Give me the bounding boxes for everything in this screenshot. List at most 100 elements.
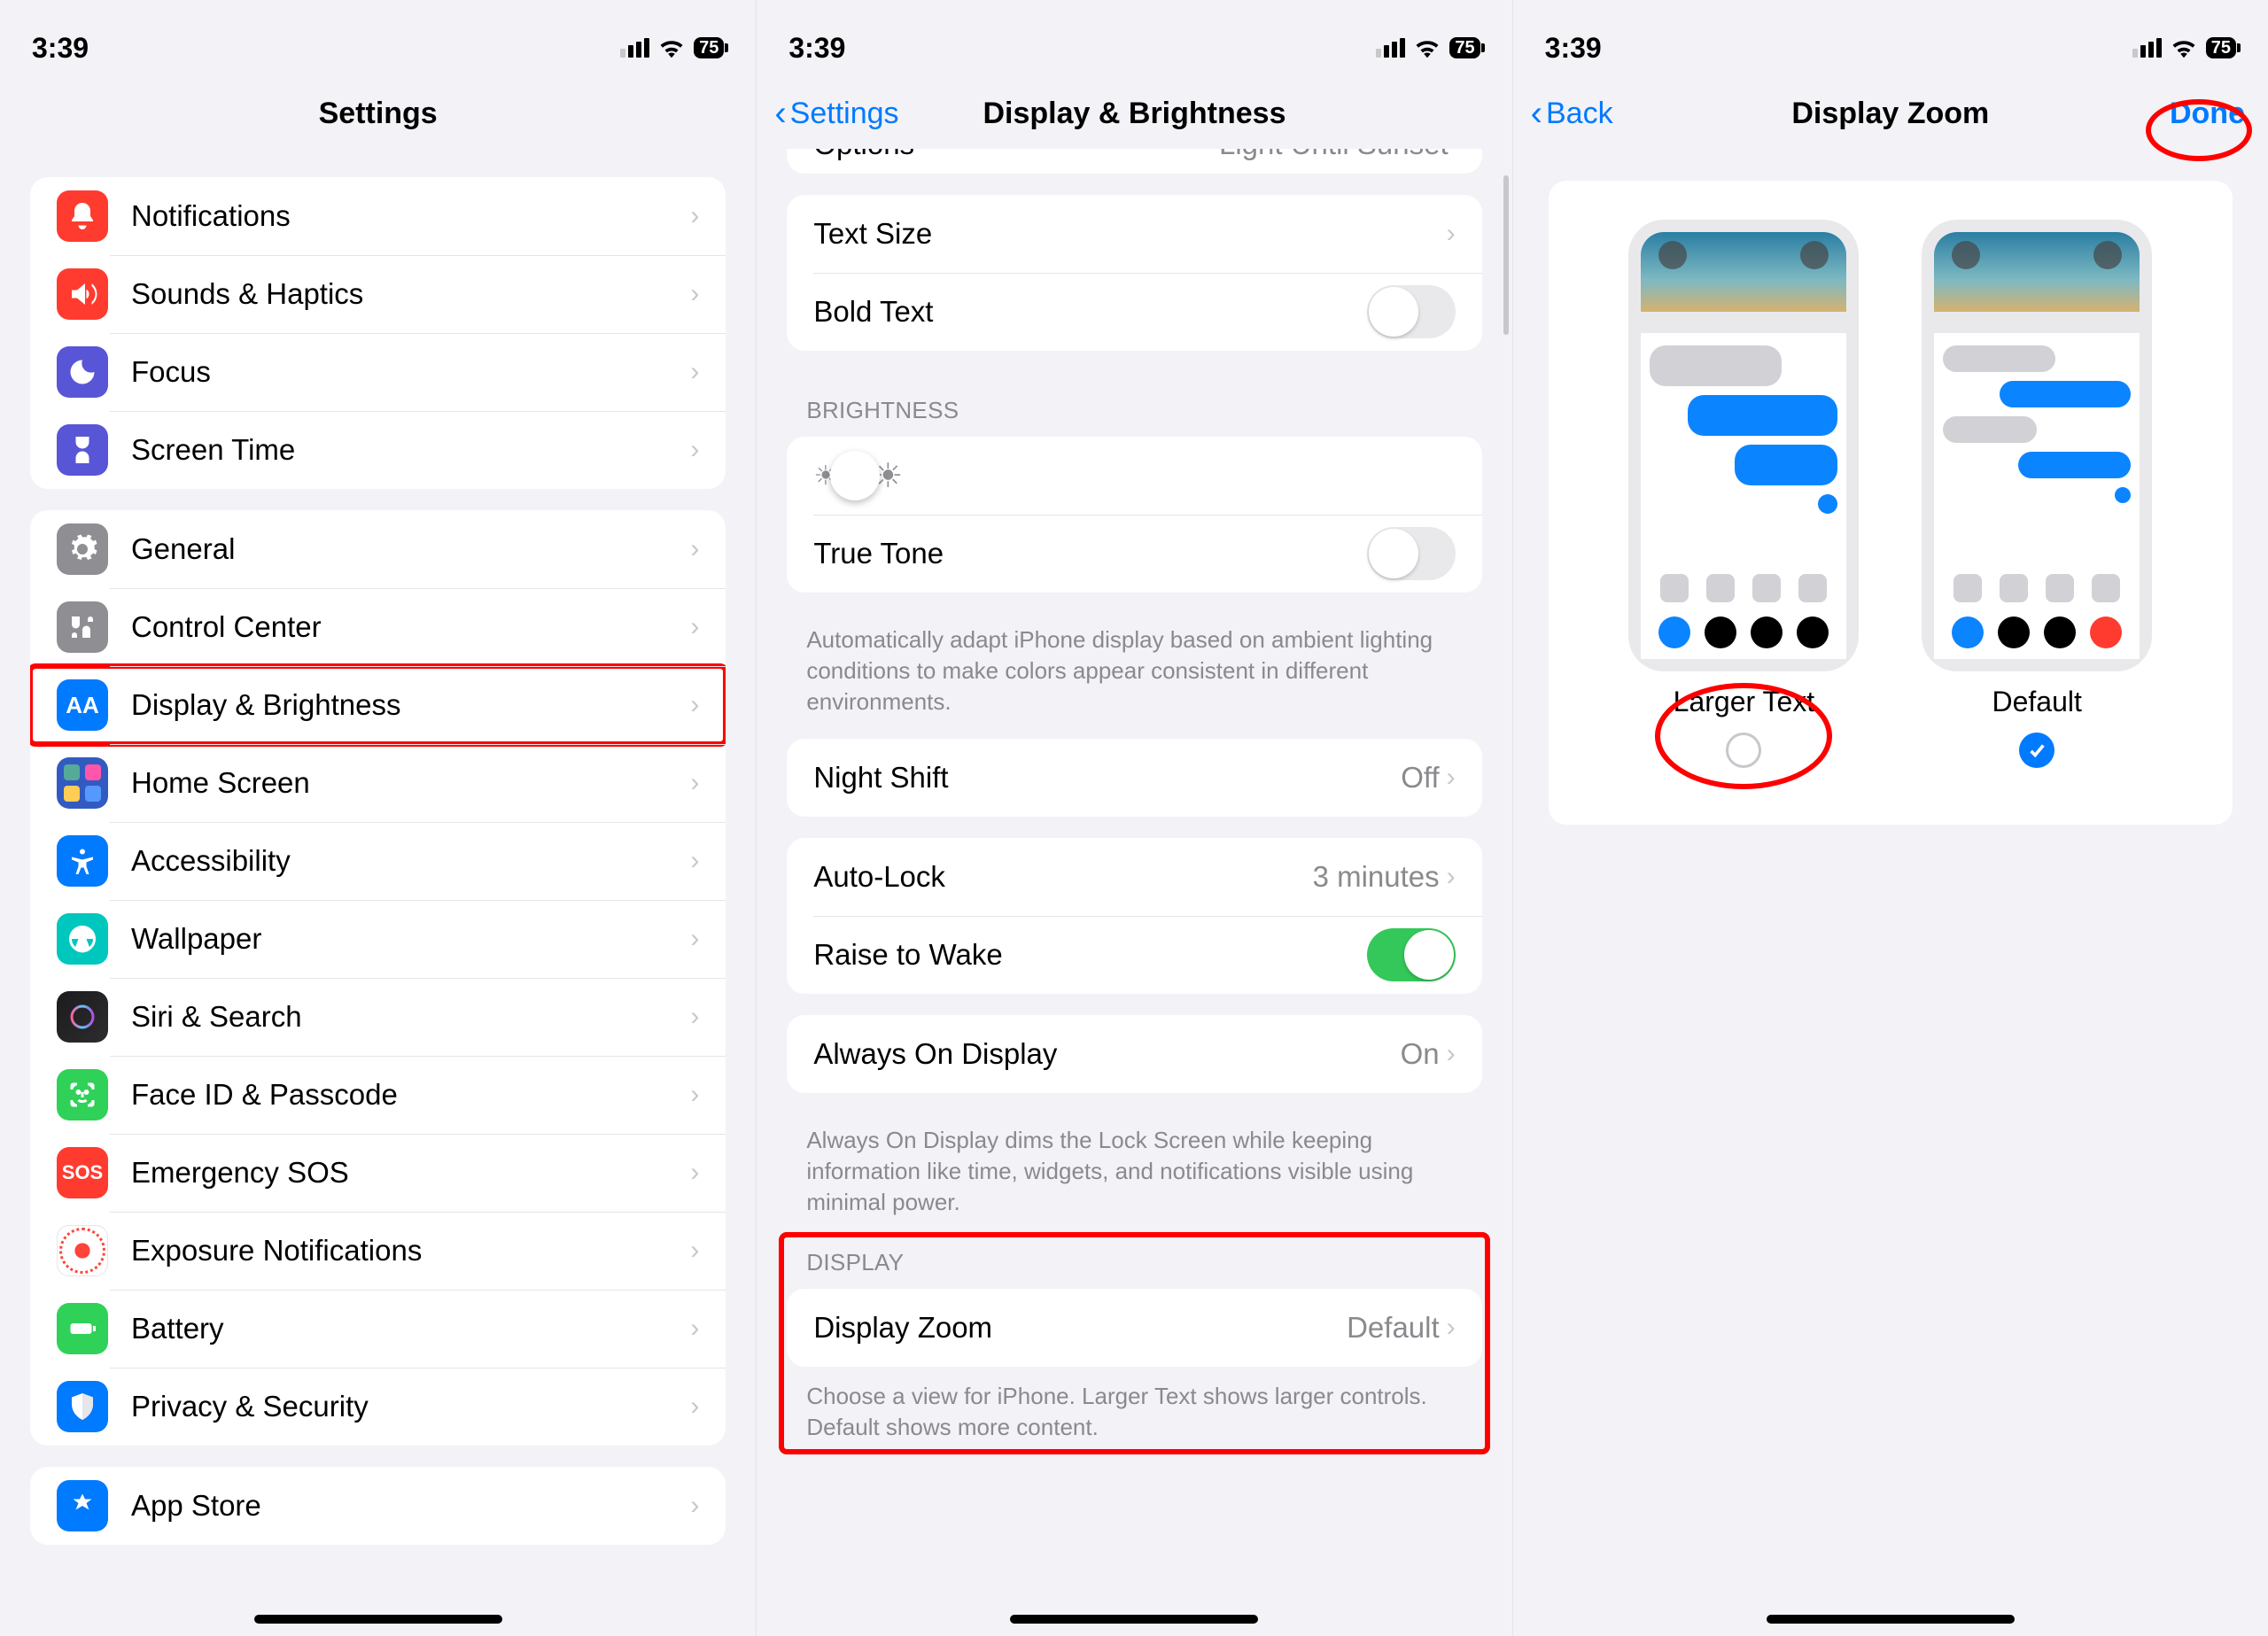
always-on-group: Always On Display On › [787,1015,1481,1093]
display-zoom-row[interactable]: Display Zoom Default › [787,1289,1481,1367]
back-button[interactable]: ‹Settings [774,94,898,134]
chevron-right-icon: › [690,768,699,798]
cellular-signal-icon [1376,38,1405,58]
options-label: Options [813,149,1219,161]
page-title: Display & Brightness [983,97,1286,131]
settings-row-siri[interactable]: Siri & Search› [30,978,726,1056]
settings-row-battery[interactable]: Battery› [30,1290,726,1368]
always-on-row[interactable]: Always On Display On › [787,1015,1481,1093]
row-label: Accessibility [131,844,690,878]
chevron-right-icon: › [690,924,699,954]
row-label: Face ID & Passcode [131,1078,690,1112]
settings-scroll[interactable]: Notifications›Sounds & Haptics›Focus›Scr… [0,149,756,1636]
wifi-icon [1414,37,1441,58]
true-tone-row[interactable]: True Tone [787,515,1481,593]
row-label: Focus [131,355,690,389]
bold-text-label: Bold Text [813,295,1366,329]
chevron-right-icon: › [1447,219,1456,249]
settings-group: Notifications›Sounds & Haptics›Focus›Scr… [30,177,726,489]
night-shift-group: Night Shift Off › [787,739,1481,817]
wifi-icon [658,37,685,58]
brightness-slider-row[interactable]: ☀︎ ☀︎ [787,437,1481,515]
home-icon [57,757,108,809]
home-indicator[interactable] [1767,1615,2015,1624]
true-tone-toggle[interactable] [1367,527,1456,580]
default-radio[interactable] [2019,733,2054,768]
raise-to-wake-row[interactable]: Raise to Wake [787,916,1481,994]
nav-header: ‹Back Display Zoom Done [1513,78,2268,149]
settings-row-focus[interactable]: Focus› [30,333,726,411]
night-shift-row[interactable]: Night Shift Off › [787,739,1481,817]
status-bar: 3:39 75 [0,0,756,78]
appearance-options-row[interactable]: Options Light Until Sunset [787,149,1481,174]
settings-row-controlcenter[interactable]: Control Center› [30,588,726,666]
settings-row-privacy[interactable]: Privacy & Security› [30,1368,726,1446]
settings-row-appstore[interactable]: App Store› [30,1467,726,1545]
text-size-row[interactable]: Text Size › [787,195,1481,273]
page-title: Settings [319,97,438,131]
chevron-left-icon: ‹ [1531,94,1542,134]
back-button[interactable]: ‹Back [1531,94,1613,134]
night-shift-value: Off [1401,761,1439,795]
home-indicator[interactable] [254,1615,502,1624]
status-time: 3:39 [32,32,89,65]
auto-lock-row[interactable]: Auto-Lock 3 minutes › [787,838,1481,916]
chevron-right-icon: › [1447,1039,1456,1069]
chevron-right-icon: › [690,534,699,564]
bold-text-row[interactable]: Bold Text [787,273,1481,351]
settings-row-general[interactable]: General› [30,510,726,588]
privacy-icon [57,1381,108,1432]
settings-row-sos[interactable]: SOS Emergency SOS› [30,1134,726,1212]
chevron-right-icon: › [690,357,699,387]
flashlight-icon [1658,241,1687,269]
nav-header: Settings [0,78,756,149]
raise-to-wake-toggle[interactable] [1367,928,1456,981]
settings-row-sounds[interactable]: Sounds & Haptics› [30,255,726,333]
larger-text-radio[interactable] [1726,733,1761,768]
settings-row-notifications[interactable]: Notifications› [30,177,726,255]
settings-row-faceid[interactable]: Face ID & Passcode› [30,1056,726,1134]
accessibility-icon [57,835,108,887]
settings-row-screentime[interactable]: Screen Time› [30,411,726,489]
display-zoom-group: Display Zoom Default › [787,1289,1481,1367]
settings-group: General›Control Center›AADisplay & Brigh… [30,510,726,1446]
display-brightness-pane: 3:39 75 ‹Settings Display & Brightness O… [756,0,1511,1636]
row-label: Exposure Notifications [131,1234,690,1268]
wifi-icon [2171,37,2197,58]
scrollbar[interactable] [1503,175,1509,335]
settings-row-accessibility[interactable]: Accessibility› [30,822,726,900]
always-on-value: On [1401,1037,1440,1071]
faceid-icon [57,1069,108,1120]
display-zoom-footer: Choose a view for iPhone. Larger Text sh… [781,1370,1487,1443]
status-bar: 3:39 75 [1513,0,2268,78]
bold-text-toggle[interactable] [1367,285,1456,338]
always-on-label: Always On Display [813,1037,1400,1071]
preview-larger-text[interactable] [1628,220,1859,671]
cellular-signal-icon [620,38,649,58]
display-brightness-scroll[interactable]: Options Light Until Sunset Text Size › B… [757,149,1511,1636]
wallpaper-icon [57,913,108,965]
preview-default[interactable] [1922,220,2152,671]
row-label: Screen Time [131,433,690,467]
back-label: Settings [790,97,899,131]
back-label: Back [1546,97,1613,131]
general-icon [57,523,108,575]
brightness-group: ☀︎ ☀︎ True Tone [787,437,1481,593]
chevron-right-icon: › [690,690,699,720]
auto-lock-value: 3 minutes [1313,860,1440,894]
sos-icon: SOS [57,1147,108,1198]
done-button[interactable]: Done [2170,97,2245,131]
settings-row-exposure[interactable]: Exposure Notifications› [30,1212,726,1290]
home-indicator[interactable] [1010,1615,1258,1624]
notifications-icon [57,190,108,242]
settings-row-home[interactable]: Home Screen› [30,744,726,822]
settings-row-wallpaper[interactable]: Wallpaper› [30,900,726,978]
battery-indicator: 75 [1449,37,1480,58]
chevron-right-icon: › [690,1314,699,1344]
settings-row-display[interactable]: AADisplay & Brightness› [30,666,726,744]
chevron-right-icon: › [690,279,699,309]
focus-icon [57,346,108,398]
row-label: Emergency SOS [131,1156,690,1190]
chevron-right-icon: › [690,1158,699,1188]
text-group: Text Size › Bold Text [787,195,1481,351]
